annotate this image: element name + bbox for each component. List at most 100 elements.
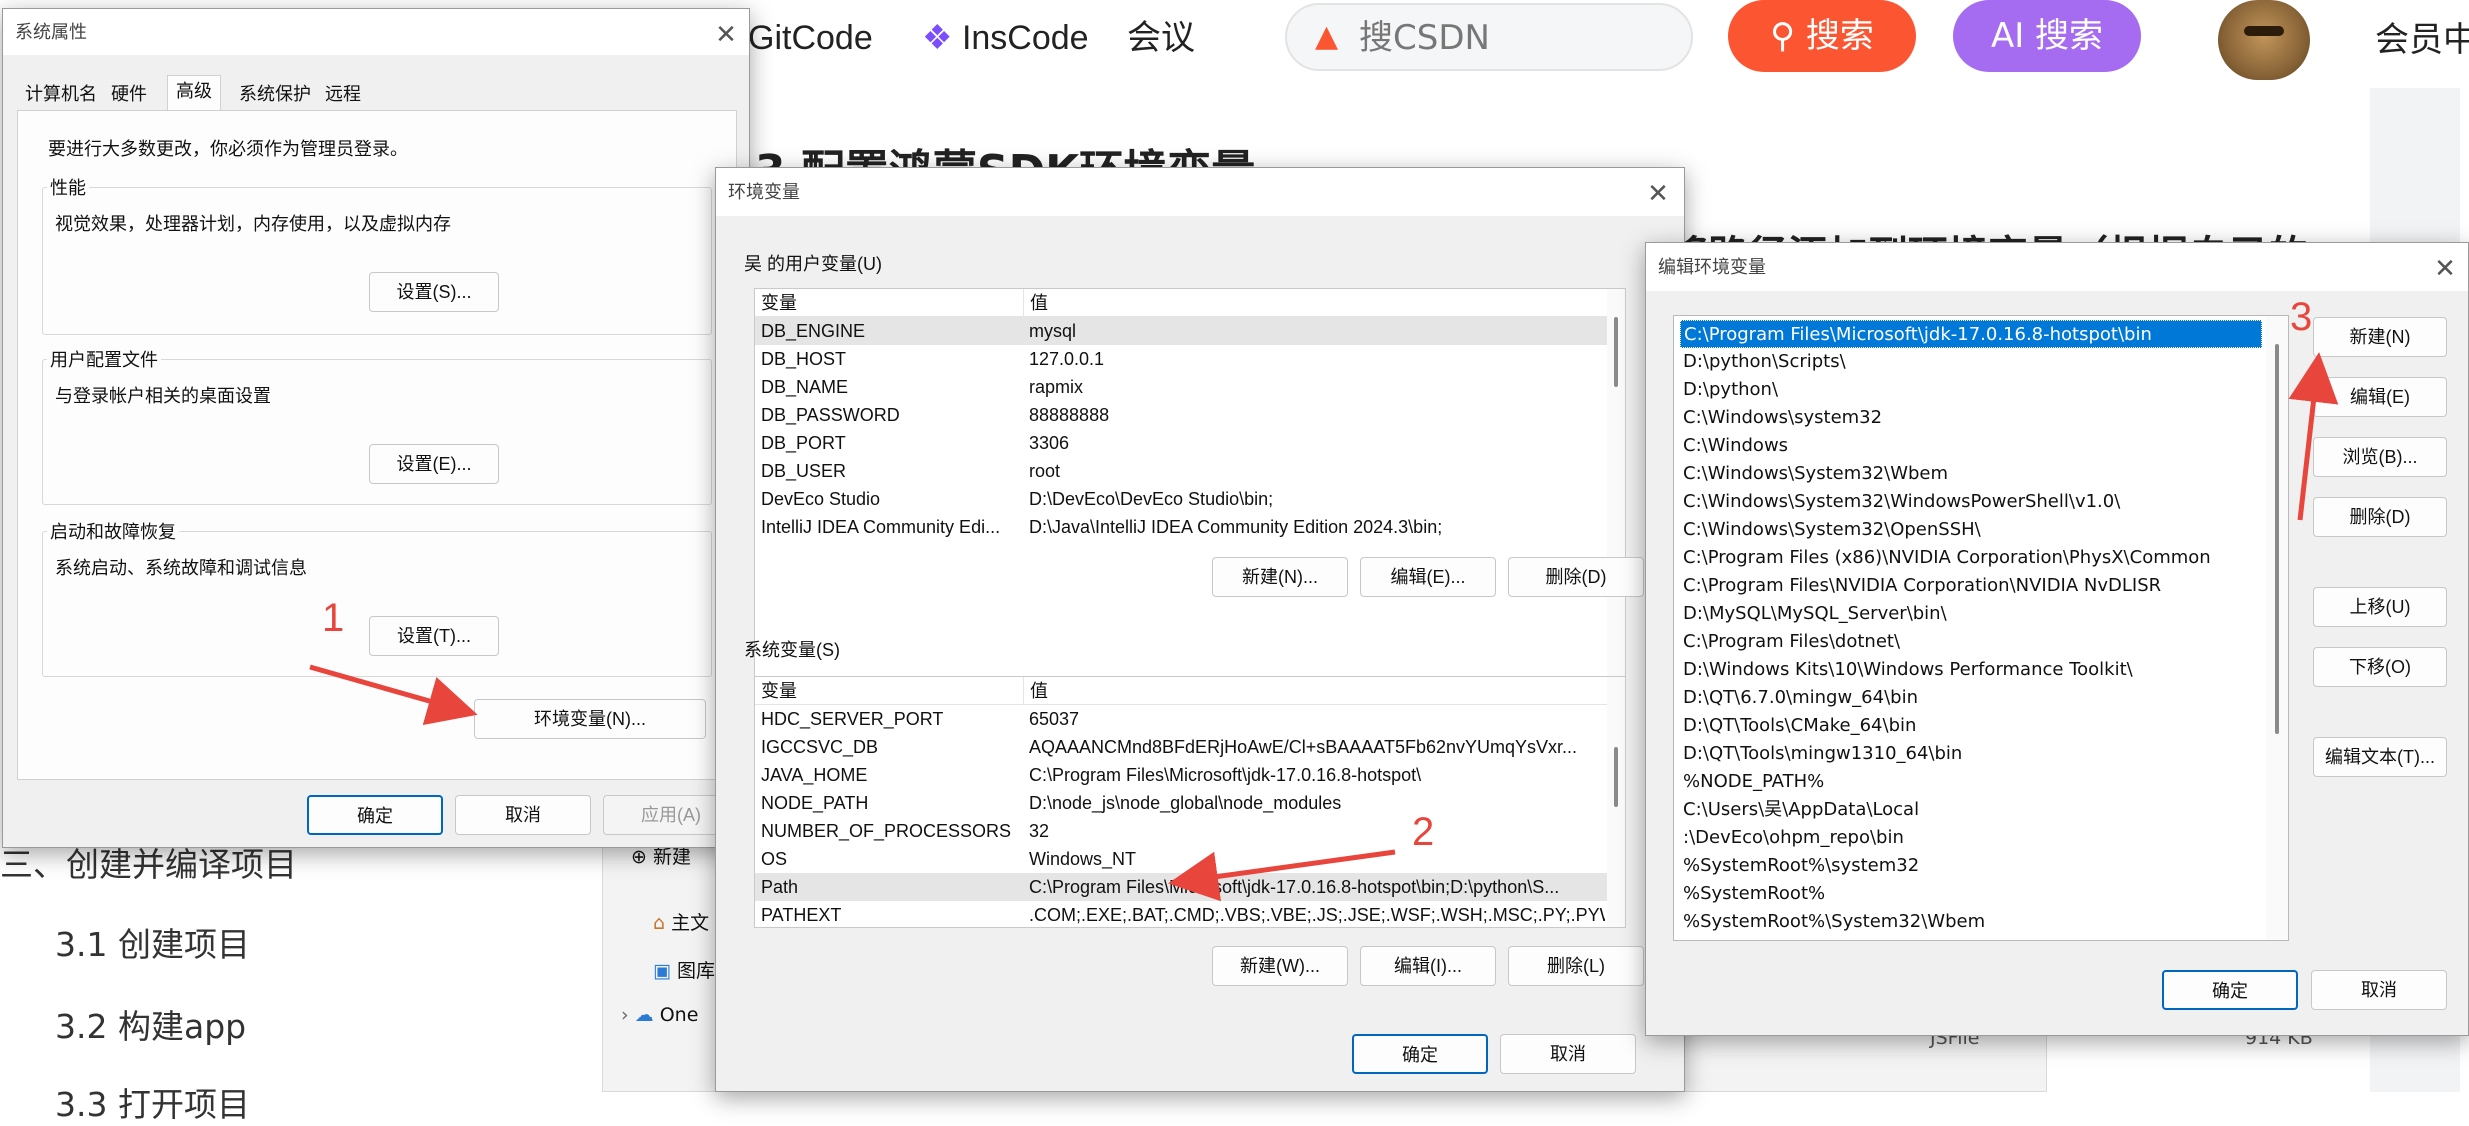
system-table-scrollbar[interactable]	[1607, 677, 1625, 927]
path-edit-button[interactable]: 编辑(E)	[2313, 377, 2447, 417]
list-item[interactable]: C:\Program Files\NVIDIA Corporation\NVID…	[1680, 572, 2262, 600]
tab-advanced[interactable]: 高级	[167, 75, 221, 111]
list-item[interactable]: C:\Windows\System32\OpenSSH\	[1680, 516, 2262, 544]
tab-system-protection[interactable]: 系统保护	[231, 79, 319, 109]
system-variables-table: 变量 值 HDC_SERVER_PORT 65037 IGCCSVC_DB AQAAA…	[754, 676, 1626, 928]
column-header-variable[interactable]: 变量	[755, 289, 1023, 317]
path-delete-button[interactable]: 删除(D)	[2313, 497, 2447, 537]
list-item[interactable]: C:\Program Files\dotnet\	[1680, 628, 2262, 656]
table-row[interactable]: IntelliJ IDEA Community Edi... D:\Java\In…	[755, 513, 1607, 541]
table-row[interactable]: DB_PORT 3306	[755, 429, 1607, 457]
ai-search-button[interactable]: AI 搜索	[1953, 0, 2141, 72]
list-item[interactable]: D:\QT\6.7.0\mingw_64\bin	[1680, 684, 2262, 712]
table-row[interactable]: JAVA_HOME C:\Program Files\Microsoft\jdk-…	[755, 761, 1607, 789]
path-browse-button[interactable]: 浏览(B)...	[2313, 437, 2447, 477]
user-edit-button[interactable]: 编辑(E)...	[1360, 557, 1496, 597]
tab-computer-name[interactable]: 计算机名	[17, 79, 105, 109]
scroll-thumb[interactable]	[1614, 317, 1618, 387]
list-item[interactable]: %SystemRoot%\system32	[1680, 852, 2262, 880]
column-header-variable[interactable]: 变量	[755, 677, 1023, 705]
user-profile-settings-button[interactable]: 设置(E)...	[369, 444, 499, 484]
list-item[interactable]: D:\MySQL\MySQL_Server\bin\	[1680, 600, 2262, 628]
table-row[interactable]: DB_HOST 127.0.0.1	[755, 345, 1607, 373]
avatar[interactable]	[2218, 0, 2310, 80]
list-item[interactable]: C:\Windows	[1680, 432, 2262, 460]
variable-value-cell: .COM;.EXE;.BAT;.CMD;.VBS;.VBE;.JS;.JSE;.…	[1029, 905, 1605, 925]
path-move-down-button[interactable]: 下移(O)	[2313, 647, 2447, 687]
nav-inscode[interactable]: ❖ InsCode	[922, 10, 1089, 66]
scroll-thumb[interactable]	[2275, 344, 2279, 734]
table-row[interactable]: NUMBER_OF_PROCESSORS 32	[755, 817, 1607, 845]
variable-value-cell: 65037	[1029, 709, 1080, 729]
search-button[interactable]: ⚲ 搜索	[1728, 0, 1916, 72]
list-item[interactable]: C:\Program Files (x86)\NVIDIA Corporatio…	[1680, 544, 2262, 572]
system-edit-button[interactable]: 编辑(I)...	[1360, 946, 1496, 986]
user-table-scrollbar[interactable]	[1607, 289, 1625, 705]
variable-value-cell: D:\Java\IntelliJ IDEA Community Edition …	[1029, 517, 1443, 537]
table-row[interactable]: DevEco Studio D:\DevEco\DevEco Studio\bin…	[755, 485, 1607, 513]
path-move-up-button[interactable]: 上移(U)	[2313, 587, 2447, 627]
ok-button[interactable]: 确定	[2162, 970, 2298, 1010]
chevron-right-icon: ›	[621, 1004, 629, 1026]
list-item[interactable]: D:\QT\Tools\CMake_64\bin	[1680, 712, 2262, 740]
close-icon[interactable]: ✕	[709, 17, 743, 51]
list-item[interactable]: D:\python\Scripts\	[1680, 348, 2262, 376]
inscode-logo-icon: ❖	[922, 19, 953, 57]
toc-item-build[interactable]: 3.2 构建app	[55, 1000, 246, 1048]
list-item[interactable]: %NODE_PATH%	[1680, 768, 2262, 796]
list-item[interactable]: %SystemRoot%\System32\Wbem	[1680, 908, 2262, 936]
system-new-button[interactable]: 新建(W)...	[1212, 946, 1348, 986]
startup-settings-button[interactable]: 设置(T)...	[369, 616, 499, 656]
ok-button[interactable]: 确定	[307, 795, 443, 835]
table-row[interactable]: NODE_PATH D:\node_js\node_global\node_mod…	[755, 789, 1607, 817]
explorer-onedrive[interactable]: › ☁ One	[621, 1004, 698, 1026]
column-header-value[interactable]: 值	[1023, 289, 1603, 317]
table-row[interactable]: DB_NAME rapmix	[755, 373, 1607, 401]
list-item[interactable]: C:\Windows\System32\WindowsPowerShell\v1…	[1680, 488, 2262, 516]
table-row[interactable]: DB_USER root	[755, 457, 1607, 485]
table-row[interactable]: DB_PASSWORD 88888888	[755, 401, 1607, 429]
path-new-button[interactable]: 新建(N)	[2313, 317, 2447, 357]
system-delete-button[interactable]: 删除(L)	[1508, 946, 1644, 986]
close-icon[interactable]: ✕	[1641, 176, 1675, 210]
cancel-button[interactable]: 取消	[2311, 970, 2447, 1010]
path-edit-text-button[interactable]: 编辑文本(T)...	[2313, 737, 2447, 777]
list-item[interactable]: C:\Users\吴\AppData\Local	[1680, 796, 2262, 824]
tab-hardware[interactable]: 硬件	[103, 79, 155, 109]
nav-member[interactable]: 会员中	[2375, 12, 2469, 68]
toc-item-create[interactable]: 3.1 创建项目	[55, 918, 250, 966]
list-item[interactable]: %SystemRoot%	[1680, 880, 2262, 908]
explorer-home[interactable]: ⌂ 主文	[653, 908, 709, 935]
table-row[interactable]: OS Windows_NT	[755, 845, 1607, 873]
cancel-button[interactable]: 取消	[455, 795, 591, 835]
user-delete-button[interactable]: 删除(D)	[1508, 557, 1644, 597]
environment-variables-button[interactable]: 环境变量(N)...	[474, 699, 706, 739]
column-header-value[interactable]: 值	[1023, 677, 1603, 705]
close-icon[interactable]: ✕	[2428, 251, 2462, 285]
cancel-button[interactable]: 取消	[1500, 1034, 1636, 1074]
list-item[interactable]: D:\QT\Tools\mingw1310_64\bin	[1680, 740, 2262, 768]
list-item[interactable]: D:\Windows Kits\10\Windows Performance T…	[1680, 656, 2262, 684]
table-row[interactable]: IGCCSVC_DB AQAAANCMnd8BFdERjHoAwE/Cl+sBAA…	[755, 733, 1607, 761]
path-list-scrollbar[interactable]	[2266, 316, 2288, 940]
nav-meeting[interactable]: 会议	[1127, 10, 1195, 66]
explorer-gallery[interactable]: ▣ 图库	[653, 956, 715, 983]
nav-gitcode[interactable]: GitCode	[748, 10, 873, 66]
toc-item-open[interactable]: 3.3 打开项目	[55, 1078, 250, 1126]
list-item[interactable]: C:\Windows\System32\Wbem	[1680, 460, 2262, 488]
table-row[interactable]: Path C:\Program Files\Microsoft\jdk-17.0.…	[755, 873, 1607, 901]
table-row[interactable]: HDC_SERVER_PORT 65037	[755, 705, 1607, 733]
ok-button[interactable]: 确定	[1352, 1034, 1488, 1074]
tab-panel: 要进行大多数更改，你必须作为管理员登录。 性能 视觉效果，处理器计划，内存使用，…	[17, 110, 737, 780]
list-item[interactable]: C:\Windows\system32	[1680, 404, 2262, 432]
search-input[interactable]: ▲ 搜CSDN	[1285, 3, 1693, 71]
list-item[interactable]: :\DevEco\ohpm_repo\bin	[1680, 824, 2262, 852]
performance-settings-button[interactable]: 设置(S)...	[369, 272, 499, 312]
table-row[interactable]: PATHEXT .COM;.EXE;.BAT;.CMD;.VBS;.VBE;.JS…	[755, 901, 1607, 927]
table-row[interactable]: DB_ENGINE mysql	[755, 317, 1607, 345]
scroll-thumb[interactable]	[1614, 747, 1618, 807]
list-item[interactable]: D:\python\	[1680, 376, 2262, 404]
tab-remote[interactable]: 远程	[317, 79, 369, 109]
user-new-button[interactable]: 新建(N)...	[1212, 557, 1348, 597]
list-item[interactable]: C:\Program Files\Microsoft\jdk-17.0.16.8…	[1680, 320, 2262, 348]
